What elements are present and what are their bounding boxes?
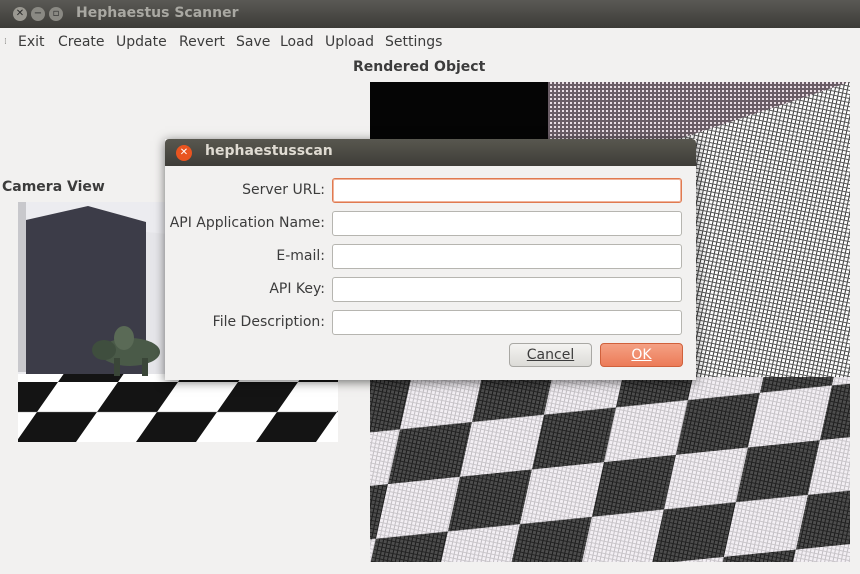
menu-load[interactable]: Load xyxy=(280,34,314,50)
rendered-object-label: Rendered Object xyxy=(353,59,486,75)
menu-exit[interactable]: Exit xyxy=(18,34,45,50)
menu-bar: ⁞ Exit Create Update Revert Save Load Up… xyxy=(0,28,860,56)
menu-revert[interactable]: Revert xyxy=(179,34,225,50)
menu-save[interactable]: Save xyxy=(236,34,270,50)
window-title: Hephaestus Scanner xyxy=(76,5,239,21)
app-window: ✕ − ▫ Hephaestus Scanner ⁞ Exit Create U… xyxy=(0,0,860,574)
api-key-field[interactable] xyxy=(332,277,682,302)
camera-view-label: Camera View xyxy=(2,179,105,195)
menu-update[interactable]: Update xyxy=(116,34,167,50)
title-bar: ✕ − ▫ Hephaestus Scanner xyxy=(0,0,860,28)
menu-upload[interactable]: Upload xyxy=(325,34,374,50)
close-icon[interactable]: ✕ xyxy=(176,145,192,161)
cancel-button[interactable]: Cancel xyxy=(509,343,592,367)
close-icon[interactable]: ✕ xyxy=(13,7,27,21)
file-description-label: File Description: xyxy=(212,314,325,330)
ok-button[interactable]: OK xyxy=(600,343,683,367)
menu-settings[interactable]: Settings xyxy=(385,34,442,50)
menu-create[interactable]: Create xyxy=(58,34,105,50)
email-label: E-mail: xyxy=(276,248,325,264)
dialog-title: hephaestusscan xyxy=(205,143,333,159)
api-application-name-label: API Application Name: xyxy=(169,215,325,231)
api-application-name-field[interactable] xyxy=(332,211,682,236)
server-url-label: Server URL: xyxy=(242,182,325,198)
api-key-label: API Key: xyxy=(269,281,325,297)
maximize-icon[interactable]: ▫ xyxy=(49,7,63,21)
server-url-field[interactable] xyxy=(332,178,682,203)
dialog-title-bar: ✕ hephaestusscan xyxy=(165,139,696,166)
email-field[interactable] xyxy=(332,244,682,269)
grip-icon: ⁞ xyxy=(4,37,7,47)
settings-dialog: ✕ hephaestusscan Server URL: API Applica… xyxy=(165,139,696,380)
file-description-field[interactable] xyxy=(332,310,682,335)
minimize-icon[interactable]: − xyxy=(31,7,45,21)
